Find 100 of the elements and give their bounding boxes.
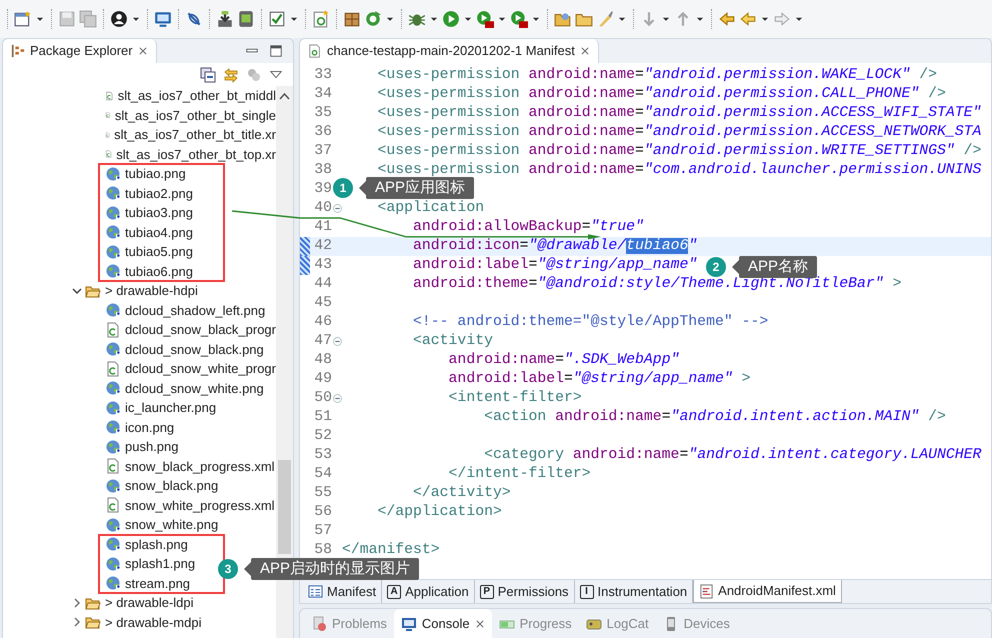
box-icon[interactable] <box>343 10 361 28</box>
callout-label: APP名称 <box>732 256 818 278</box>
line-number: 58 <box>313 541 332 560</box>
image-file-icon <box>105 516 121 533</box>
code-line: android:icon="@drawable/tubiao6" <box>412 237 698 256</box>
collapse-all-icon[interactable] <box>200 66 216 82</box>
collapse-icon[interactable] <box>332 337 342 346</box>
line-number: 57 <box>313 522 332 542</box>
image-file-icon <box>105 185 121 202</box>
editor-tab[interactable]: chance-testapp-main-20201202-1 Manifest <box>300 39 599 63</box>
image-file-icon <box>105 556 121 572</box>
line-number: 34 <box>313 85 332 104</box>
code-line: <category android:name="android.intent.category.LAUNCHER <box>483 446 982 466</box>
tree-item[interactable]: dcloud_shadow_left.png <box>125 300 266 320</box>
close-icon[interactable] <box>474 618 485 628</box>
close-icon[interactable] <box>138 46 148 56</box>
code-line: android:label="@string/app_name" > <box>448 370 750 390</box>
xml-file-icon <box>105 497 121 514</box>
code-line: <uses-permission android:name="android.permission.WAKE_LOCK" /> <box>376 66 937 86</box>
tree-item[interactable]: tubiao5.png <box>125 242 193 262</box>
run-external-icon[interactable] <box>476 10 494 28</box>
editor-page-tab[interactable]: AndroidManifest.xml <box>693 580 842 603</box>
tree-item[interactable]: snow_black.png <box>125 476 218 496</box>
new-file-icon[interactable] <box>312 10 330 28</box>
link-arrows-icon[interactable] <box>223 66 239 82</box>
line-number: 53 <box>313 446 332 466</box>
line-number: 39 <box>313 180 332 200</box>
phone-icon[interactable] <box>237 10 255 28</box>
tree-item[interactable]: ic_launcher.png <box>125 398 216 418</box>
code-line: <activity <box>412 332 493 352</box>
tree-item[interactable]: tubiao3.png <box>125 203 193 222</box>
tree-item[interactable]: slt_as_ios7_other_bt_title.xr <box>114 125 276 144</box>
pin-icon[interactable] <box>185 10 203 28</box>
tree-item[interactable]: dcloud_snow_white.png <box>125 378 264 398</box>
tree-item[interactable]: tubiao2.png <box>125 184 193 203</box>
image-file-icon <box>105 400 121 416</box>
line-number: 38 <box>313 161 332 180</box>
image-file-icon <box>105 166 121 182</box>
run-external-icon[interactable] <box>510 10 528 28</box>
line-number: 48 <box>313 351 332 370</box>
letter-icon: A <box>387 584 402 598</box>
tree-item[interactable]: snow_white_progress.xml <box>125 496 275 515</box>
code-line: android:theme="@android:style/Theme.Light.NoTitleBar" > <box>412 275 902 294</box>
code-line: android:label="@string/app_name" <box>412 256 698 276</box>
letter-icon: I <box>580 584 594 598</box>
collapse-icon[interactable] <box>332 394 342 403</box>
line-number: 43 <box>313 256 332 276</box>
problems-icon <box>311 616 327 632</box>
collapse-icon[interactable] <box>332 204 342 213</box>
tree-item[interactable]: splash1.png <box>125 554 196 574</box>
image-file-icon <box>105 244 121 260</box>
tree-item[interactable]: dcloud_snow_white_progr <box>124 359 276 378</box>
close-icon[interactable] <box>580 46 590 56</box>
image-file-icon <box>105 438 121 455</box>
maximize-icon[interactable] <box>269 44 283 58</box>
tree-item[interactable]: snow_white.png <box>125 515 218 534</box>
tree-item[interactable]: push.png <box>125 437 178 456</box>
tree-item[interactable]: splash.png <box>125 534 188 554</box>
panel-tab[interactable]: Console <box>394 609 492 638</box>
line-number: 47 <box>313 332 332 352</box>
line-number: 41 <box>313 218 332 238</box>
line-number: 40 <box>313 199 332 218</box>
download-icon[interactable] <box>216 10 234 28</box>
tree-item[interactable]: icon.png <box>125 418 174 437</box>
scroll-thumb[interactable] <box>278 460 291 554</box>
back-edit-icon[interactable] <box>718 10 736 28</box>
refresh-icon[interactable] <box>364 10 382 28</box>
tree-item[interactable]: snow_black_progress.xml <box>125 456 275 476</box>
tree-item[interactable]: dcloud_snow_black.png <box>125 340 264 359</box>
tree-item[interactable]: tubiao4.png <box>125 222 193 242</box>
line-number: 49 <box>313 370 332 390</box>
editor-page-tab[interactable]: P Permissions <box>474 580 575 603</box>
line-number: 51 <box>313 408 332 428</box>
code-line: <uses-permission android:name="com.android.launcher.permission.UNINS <box>376 161 982 179</box>
tree-item[interactable]: slt_as_ios7_other_bt_top.xr <box>116 144 276 164</box>
package-icon <box>11 44 25 58</box>
image-file-icon <box>105 204 121 221</box>
run-icon[interactable] <box>442 10 460 28</box>
tree-item[interactable]: slt_as_ios7_other_bt_middl <box>118 86 276 106</box>
code-line: <!-- android:theme="@style/AppTheme" --> <box>412 313 768 332</box>
view-tab[interactable]: Package Explorer <box>3 39 157 63</box>
tree-item[interactable]: tubiao6.png <box>125 262 193 281</box>
code-line: <uses-permission android:name="android.permission.WRITE_SETTINGS" /> <box>376 142 982 162</box>
tree-item[interactable]: stream.png <box>125 574 190 593</box>
new-window-icon[interactable] <box>14 10 32 28</box>
tree-item[interactable]: dcloud_snow_black_progr <box>124 320 276 340</box>
checkbox-icon[interactable] <box>268 10 286 28</box>
person-icon[interactable] <box>110 10 128 28</box>
tree-item[interactable]: > drawable-mdpi <box>105 612 202 632</box>
scroll-up-icon[interactable] <box>279 92 290 100</box>
code-line: android:allowBackup="true" <box>412 218 644 238</box>
line-number: 54 <box>313 465 332 484</box>
code-line: </application> <box>376 503 502 522</box>
tree-item[interactable]: > drawable-hdpi <box>105 281 198 300</box>
form-icon <box>308 584 323 599</box>
monitor-icon[interactable] <box>154 10 172 28</box>
tree-item[interactable]: slt_as_ios7_other_bt_single <box>114 106 276 125</box>
tree-item[interactable]: > drawable-ldpi <box>105 593 194 612</box>
tree-item[interactable]: tubiao.png <box>125 164 186 184</box>
code-line: <action android:name="android.intent.action.MAIN" /> <box>483 408 946 428</box>
